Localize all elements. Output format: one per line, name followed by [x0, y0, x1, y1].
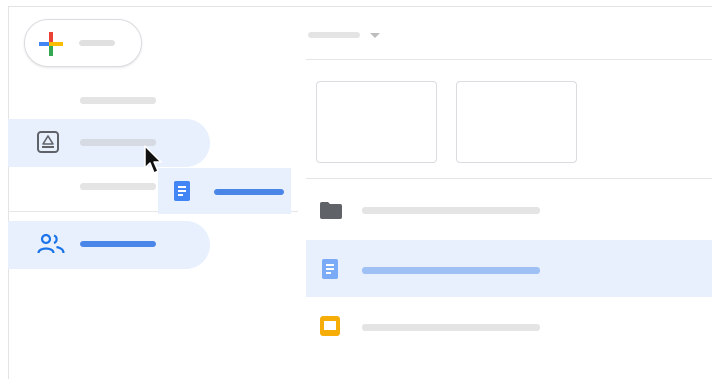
- sidebar-item-3[interactable]: [80, 183, 156, 190]
- file-name: [362, 324, 540, 331]
- slides-icon: [320, 316, 340, 336]
- doc-icon: [174, 181, 190, 201]
- file-row-doc[interactable]: [306, 240, 712, 297]
- window-top-border: [8, 6, 712, 7]
- folder-icon: [320, 202, 342, 219]
- section-divider: [306, 178, 712, 179]
- quick-access-card-2[interactable]: [456, 81, 577, 163]
- dragged-file-chip[interactable]: [158, 168, 291, 214]
- quick-access-card-1[interactable]: [316, 81, 437, 163]
- file-row-folder[interactable]: [306, 182, 712, 239]
- new-button-label: [79, 40, 115, 46]
- sidebar-item-1[interactable]: [80, 97, 156, 104]
- doc-icon: [322, 259, 338, 279]
- caret-down-icon[interactable]: [369, 32, 381, 40]
- file-row-slides[interactable]: [306, 298, 712, 355]
- sidebar-item-shared-label: [80, 241, 156, 247]
- new-button[interactable]: [24, 19, 142, 67]
- plus-icon: [39, 32, 63, 56]
- file-name: [362, 267, 540, 274]
- my-drive-icon: [37, 131, 59, 153]
- header-divider: [306, 59, 712, 60]
- window-left-border: [8, 6, 9, 379]
- mouse-cursor-icon: [144, 145, 162, 174]
- dragged-file-name: [214, 189, 284, 195]
- sort-label[interactable]: [308, 32, 360, 38]
- people-icon: [37, 233, 65, 254]
- file-name: [362, 207, 540, 214]
